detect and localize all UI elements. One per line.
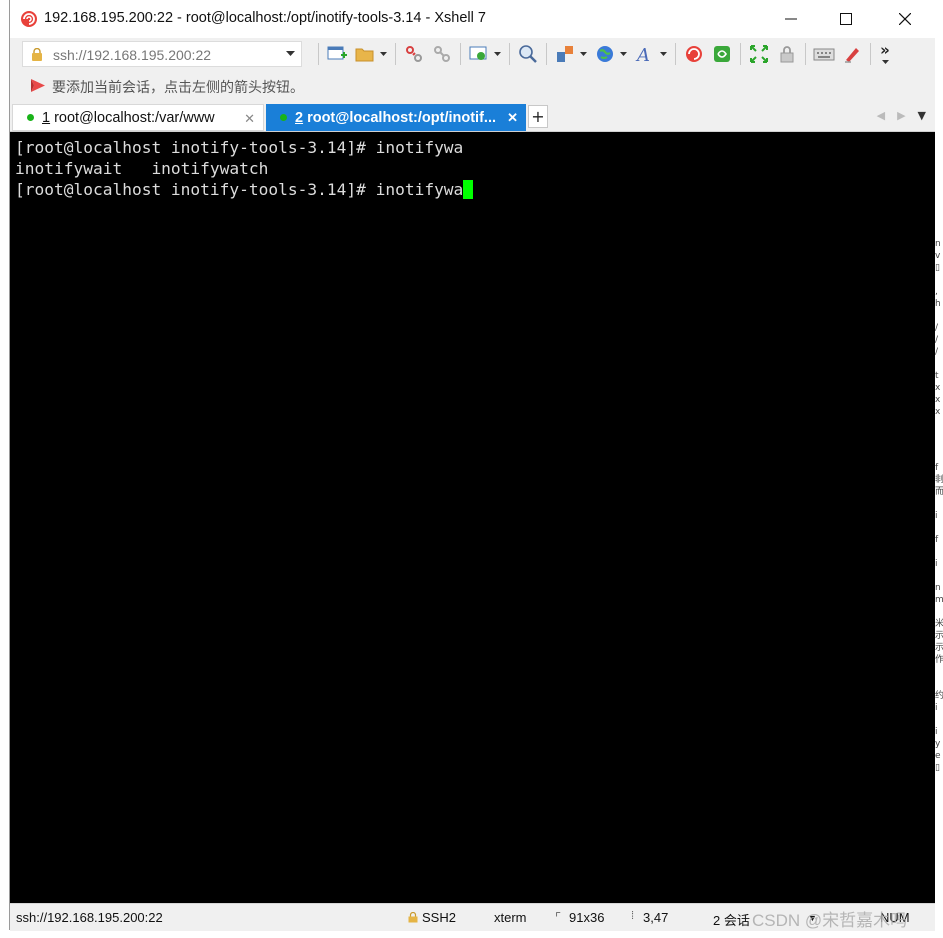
add-session-arrow-icon[interactable] bbox=[30, 78, 46, 93]
overflow-icon: » bbox=[880, 40, 890, 59]
toolbar: ssh://192.168.195.200:22 A » bbox=[10, 38, 936, 70]
tab-session-2[interactable]: 2 root@localhost:/opt/inotif... ✕ bbox=[266, 104, 526, 131]
terminal-line: [root@localhost inotify-tools-3.14]# ino… bbox=[15, 138, 464, 157]
tab-label: root@localhost:/opt/inotif... bbox=[307, 109, 496, 126]
title-bar: 192.168.195.200:22 - root@localhost:/opt… bbox=[10, 0, 936, 38]
connected-status-icon bbox=[27, 114, 34, 121]
window-title: 192.168.195.200:22 - root@localhost:/opt… bbox=[44, 10, 486, 26]
xshell-window: 192.168.195.200:22 - root@localhost:/opt… bbox=[9, 0, 937, 931]
tab-number: 2 bbox=[295, 109, 304, 126]
new-session-icon[interactable] bbox=[326, 43, 348, 65]
xshell-logo-icon bbox=[21, 11, 37, 27]
address-bar[interactable]: ssh://192.168.195.200:22 bbox=[22, 41, 302, 67]
xftp-icon[interactable] bbox=[711, 43, 733, 65]
tab-bar: 1 root@localhost:/var/www ✕ 2 root@local… bbox=[10, 100, 936, 132]
close-icon[interactable]: ✕ bbox=[507, 110, 518, 126]
tab-navigation: ◀ ▶ ▼ bbox=[877, 109, 926, 122]
tab-session-1[interactable]: 1 root@localhost:/var/www ✕ bbox=[12, 104, 264, 131]
close-icon bbox=[899, 13, 911, 25]
hint-bar: 要添加当前会话，点击左侧的箭头按钮。 bbox=[10, 70, 936, 100]
tab-list-icon[interactable]: ▼ bbox=[918, 109, 926, 122]
toolbar-separator bbox=[509, 43, 510, 65]
chevron-down-icon[interactable] bbox=[493, 43, 501, 65]
address-text: ssh://192.168.195.200:22 bbox=[53, 47, 212, 63]
chevron-down-icon[interactable] bbox=[286, 51, 295, 57]
reconnect-icon[interactable] bbox=[431, 43, 453, 65]
session-properties-icon[interactable] bbox=[468, 43, 490, 65]
add-tab-button[interactable]: + bbox=[528, 105, 548, 128]
toolbar-separator bbox=[675, 43, 676, 65]
chevron-down-icon[interactable] bbox=[379, 43, 387, 65]
text-cursor bbox=[463, 180, 474, 199]
status-terminal-type: xterm bbox=[494, 910, 527, 925]
tab-label: root@localhost:/var/www bbox=[54, 109, 215, 126]
disconnect-icon[interactable] bbox=[403, 43, 425, 65]
toolbar-separator bbox=[805, 43, 806, 65]
lock-icon bbox=[408, 912, 418, 923]
chevron-down-icon bbox=[881, 59, 889, 64]
svg-text:A: A bbox=[635, 45, 650, 64]
globe-icon[interactable] bbox=[594, 43, 616, 65]
tab-number: 1 bbox=[42, 109, 51, 126]
open-folder-icon[interactable] bbox=[354, 43, 376, 65]
csdn-watermark: CSDN @宋哲嘉木吗 bbox=[752, 911, 908, 930]
terminal-line: [root@localhost inotify-tools-3.14]# ino… bbox=[15, 180, 464, 199]
toolbar-separator bbox=[870, 43, 871, 65]
chevron-down-icon[interactable] bbox=[659, 43, 667, 65]
toolbar-icons: A » bbox=[314, 38, 895, 70]
status-connection: ssh://192.168.195.200:22 bbox=[16, 910, 163, 925]
toolbar-separator bbox=[740, 43, 741, 65]
tab-next-icon[interactable]: ▶ bbox=[897, 109, 905, 122]
close-icon[interactable]: ✕ bbox=[244, 111, 255, 127]
status-sessions[interactable]: 2 会话 bbox=[713, 910, 750, 929]
minimize-button[interactable] bbox=[762, 0, 820, 38]
terminal-line-current: [root@localhost inotify-tools-3.14]# ino… bbox=[15, 179, 474, 200]
highlight-icon[interactable] bbox=[841, 43, 863, 65]
resize-icon: ⌜ bbox=[555, 910, 562, 925]
toolbar-separator bbox=[460, 43, 461, 65]
toolbar-separator bbox=[395, 43, 396, 65]
status-cursor-position: 3,47 bbox=[643, 910, 669, 925]
hint-text: 要添加当前会话，点击左侧的箭头按钮。 bbox=[52, 80, 304, 96]
keyboard-icon[interactable] bbox=[813, 43, 835, 65]
background-text: f剕而ifinm米示示作 bbox=[935, 463, 943, 665]
chevron-down-icon[interactable] bbox=[619, 43, 627, 65]
status-protocol: SSH2 bbox=[422, 910, 456, 925]
background-text: 约 i i y e ▯ bbox=[935, 691, 943, 773]
find-icon[interactable] bbox=[517, 43, 539, 65]
toolbar-separator bbox=[546, 43, 547, 65]
lock-icon[interactable] bbox=[776, 43, 798, 65]
connected-status-icon bbox=[280, 114, 287, 121]
xshell-logo-icon[interactable] bbox=[683, 43, 705, 65]
status-size: 91x36 bbox=[569, 910, 605, 925]
fullscreen-icon[interactable] bbox=[748, 43, 770, 65]
chevron-down-icon[interactable] bbox=[579, 43, 587, 65]
minimize-icon bbox=[785, 18, 797, 20]
lock-icon bbox=[32, 48, 42, 61]
terminal-area[interactable]: [root@localhost inotify-tools-3.14]# ino… bbox=[10, 132, 936, 903]
close-button[interactable] bbox=[876, 0, 934, 38]
tab-prev-icon[interactable]: ◀ bbox=[877, 109, 885, 122]
toolbar-separator bbox=[318, 43, 319, 65]
transfer-icon[interactable] bbox=[554, 43, 576, 65]
font-icon[interactable]: A bbox=[634, 43, 656, 65]
plus-icon: + bbox=[531, 107, 545, 126]
terminal-line: inotifywait inotifywatch bbox=[15, 159, 269, 178]
background-text: n v ▯, h / / / t x x x bbox=[935, 239, 941, 417]
cursor-position-icon: ⁞ bbox=[631, 910, 635, 922]
maximize-button[interactable] bbox=[817, 0, 875, 38]
maximize-icon bbox=[840, 13, 852, 25]
toolbar-overflow-button[interactable]: » bbox=[878, 40, 892, 65]
